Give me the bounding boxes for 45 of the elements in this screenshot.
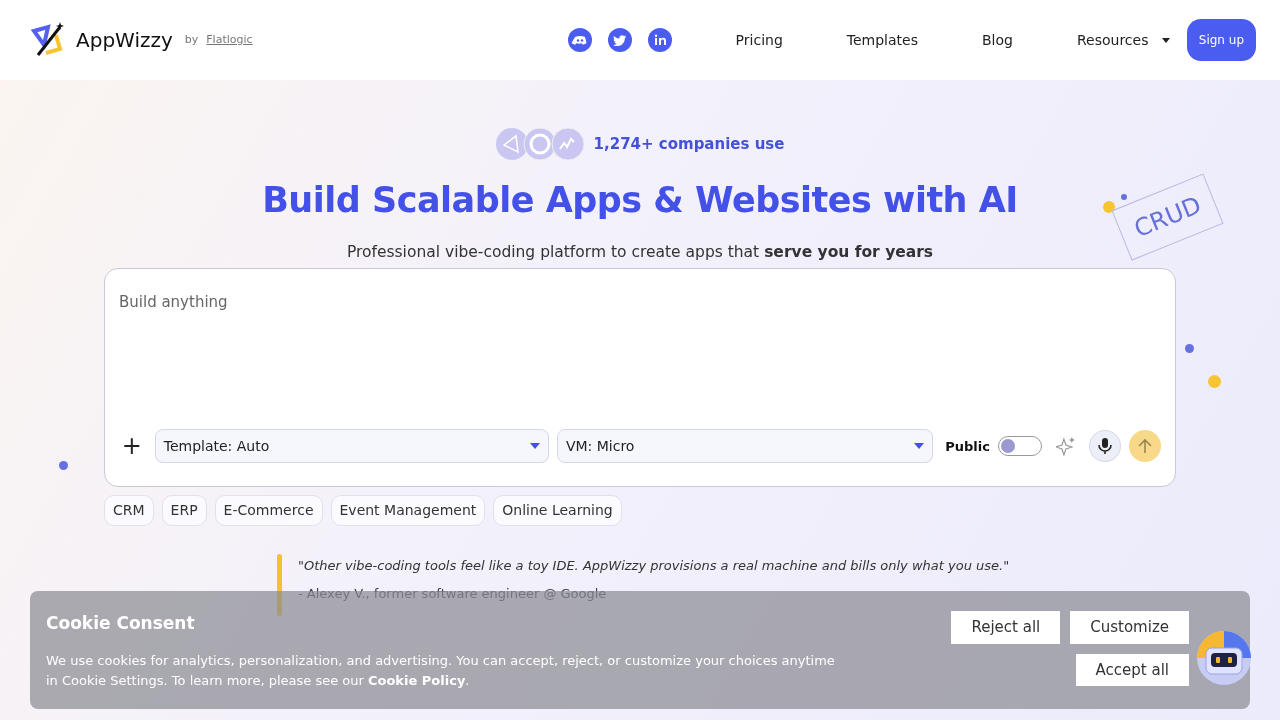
caret-icon (529, 443, 540, 450)
nav-link[interactable]: Blog (982, 29, 1013, 51)
dropdown-select[interactable]: VM: Micro (556, 429, 934, 464)
company-link[interactable]: Flatlogic (206, 31, 253, 49)
cookie-button[interactable]: Accept all (1075, 653, 1189, 686)
tag-chip[interactable]: CRM (104, 495, 154, 527)
twitter-icon[interactable] (607, 28, 632, 52)
caret-icon (1162, 37, 1171, 43)
microphone-button[interactable] (1089, 430, 1122, 463)
cookie-title: Cookie Consent (46, 612, 196, 635)
cookie-button[interactable]: Customize (1070, 611, 1189, 644)
decor-dot (1103, 201, 1115, 213)
public-label: Public (945, 437, 990, 456)
quote-text: "Other vibe-coding tools feel like a toy IDE. AppWizzy provisions a real machine and bills only what you use." (298, 557, 1010, 576)
tag-chip[interactable]: ERP (161, 495, 207, 527)
tag-chip[interactable]: Event Management (330, 495, 486, 527)
usage-text: 1,274+ companies use (593, 133, 785, 155)
nav-dropdown[interactable]: Resources (1076, 29, 1171, 51)
linkedin-icon[interactable] (647, 28, 672, 52)
cookie-button[interactable]: Reject all (951, 611, 1061, 644)
arrow-up-icon (1138, 438, 1153, 455)
signup-button[interactable]: Sign up (1186, 19, 1256, 61)
decor-dot (59, 461, 68, 470)
dropdown-select[interactable]: Template: Auto (154, 429, 549, 464)
sparkle-icon[interactable] (1055, 436, 1076, 457)
decor-dot (1208, 375, 1221, 388)
brand-name[interactable]: AppWizzy (76, 25, 173, 55)
cookie-text: We use cookies for analytics, personalization, and advertising. You can accept, reject, or customize your choices anytime in Cookie Settings. To learn more, please see our Cookie Policy. (46, 651, 836, 690)
robot-icon[interactable] (1196, 628, 1252, 688)
nav-link[interactable]: Templates (846, 29, 918, 51)
add-button[interactable]: + (117, 434, 147, 459)
tag-chip[interactable]: Online Learning (493, 495, 622, 527)
discord-icon[interactable] (567, 28, 592, 52)
by-label: by (184, 31, 199, 48)
hero-title: Build Scalable Apps & Websites with AI (262, 179, 1018, 221)
decor-dot (1121, 194, 1127, 200)
decor-dot (1185, 344, 1194, 353)
nav-link[interactable]: Pricing (735, 29, 783, 51)
company-logos-icon (495, 127, 586, 161)
tag-chip[interactable]: E-Commerce (214, 495, 323, 527)
microphone-icon (1098, 437, 1113, 456)
send-button[interactable] (1129, 430, 1161, 463)
prompt-field[interactable]: Build anything + Template: Auto VM: Micro Public (104, 268, 1176, 488)
hero-subtitle: Professional vibe-coding platform to create apps that serve you for years (346, 242, 934, 263)
caret-icon (914, 443, 925, 450)
